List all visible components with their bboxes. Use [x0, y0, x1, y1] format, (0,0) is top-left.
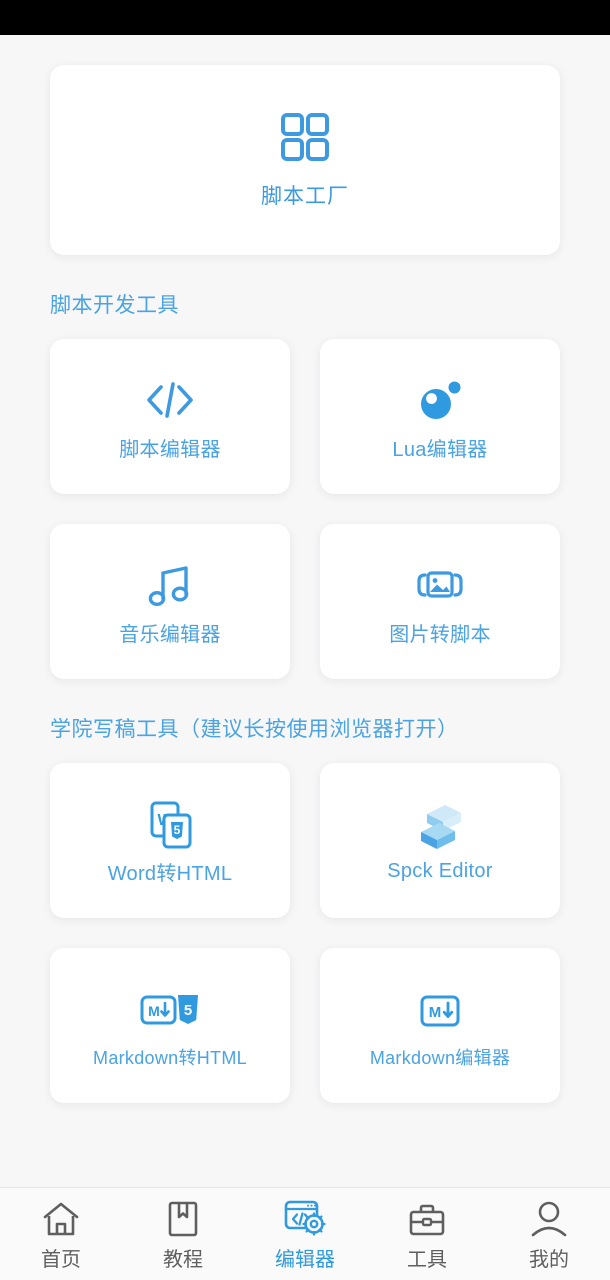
nav-item-profile[interactable]: 我的 [488, 1188, 610, 1280]
nav-label: 首页 [41, 1249, 81, 1271]
tool-card-word-to-html[interactable]: W 5 Word转HTML [50, 763, 290, 918]
tool-label: Markdown转HTML [93, 1047, 247, 1068]
bottom-navigation: 首页 教程 编辑器 工具 我的 [0, 1187, 610, 1280]
tool-card-image-to-script[interactable]: 图片转脚本 [320, 524, 560, 679]
tool-label: Lua编辑器 [392, 439, 488, 461]
nav-item-home[interactable]: 首页 [0, 1188, 122, 1280]
nav-label: 编辑器 [275, 1249, 335, 1271]
nav-item-tutorial[interactable]: 教程 [122, 1188, 244, 1280]
app-root: 脚本工厂 脚本开发工具 脚本编辑器 Lua编辑器 音乐编辑器 图片转脚本 学院写… [0, 0, 610, 1280]
tool-row: W 5 Word转HTML [50, 763, 560, 918]
tool-card-markdown-to-html[interactable]: M 5 Markdown转HTML [50, 948, 290, 1103]
word-to-html-icon: W 5 [144, 795, 196, 853]
grid-four-squares-icon [279, 111, 331, 168]
spck-logo-icon [415, 798, 465, 856]
nav-label: 教程 [163, 1249, 203, 1271]
markdown-icon: M [419, 982, 461, 1040]
script-factory-card[interactable]: 脚本工厂 [50, 65, 560, 255]
tool-label: Spck Editor [387, 860, 493, 882]
tool-card-spck-editor[interactable]: Spck Editor [320, 763, 560, 918]
tool-card-lua-editor[interactable]: Lua编辑器 [320, 339, 560, 494]
tool-label: Word转HTML [107, 863, 233, 885]
svg-text:5: 5 [184, 1002, 192, 1019]
tool-row: M 5 Markdown转HTML M Markdown编辑器 [50, 948, 560, 1103]
svg-text:5: 5 [174, 823, 181, 837]
status-bar [0, 0, 610, 35]
nav-label: 工具 [407, 1249, 447, 1271]
code-brackets-icon [143, 371, 197, 429]
person-icon [529, 1196, 569, 1238]
svg-text:M: M [148, 1003, 160, 1019]
tool-row: 音乐编辑器 图片转脚本 [50, 524, 560, 679]
briefcase-icon [407, 1196, 447, 1238]
tool-row: 脚本编辑器 Lua编辑器 [50, 339, 560, 494]
svg-text:M: M [429, 1004, 442, 1021]
tool-label: Markdown编辑器 [369, 1047, 511, 1068]
nav-item-editor[interactable]: 编辑器 [244, 1188, 366, 1280]
tool-label: 音乐编辑器 [119, 624, 221, 646]
markdown-to-html-icon: M 5 [139, 982, 201, 1040]
nav-item-tools[interactable]: 工具 [366, 1188, 488, 1280]
nav-label: 我的 [529, 1249, 569, 1271]
page-content: 脚本工厂 脚本开发工具 脚本编辑器 Lua编辑器 音乐编辑器 图片转脚本 学院写… [0, 65, 610, 1103]
tool-label: 脚本编辑器 [119, 439, 221, 461]
tool-label: 图片转脚本 [389, 624, 491, 646]
tool-card-script-editor[interactable]: 脚本编辑器 [50, 339, 290, 494]
section-header-writing-tools: 学院写稿工具（建议长按使用浏览器打开） [50, 718, 459, 741]
bookmark-book-icon [166, 1196, 200, 1238]
music-note-icon [146, 556, 194, 614]
tool-card-music-editor[interactable]: 音乐编辑器 [50, 524, 290, 679]
code-window-gear-icon [283, 1196, 327, 1238]
image-scan-icon [415, 556, 465, 614]
tool-card-markdown-editor[interactable]: M Markdown编辑器 [320, 948, 560, 1103]
home-icon [41, 1196, 81, 1238]
lua-moon-icon [416, 371, 464, 429]
script-factory-label: 脚本工厂 [261, 184, 349, 208]
section-header-script-dev: 脚本开发工具 [50, 294, 179, 317]
